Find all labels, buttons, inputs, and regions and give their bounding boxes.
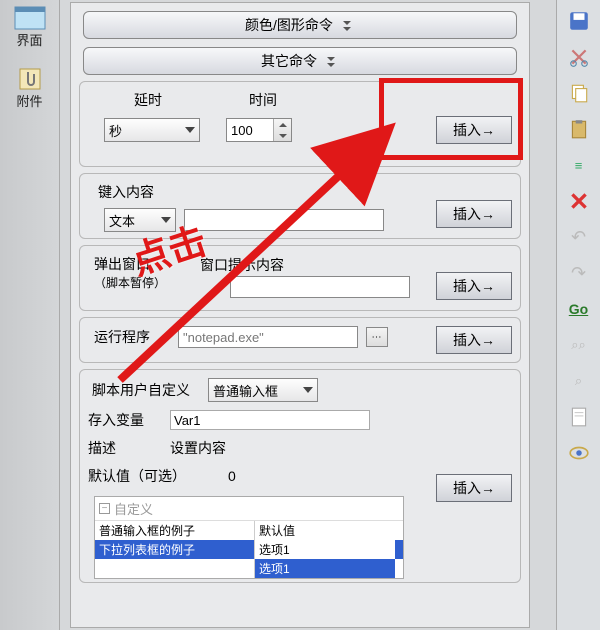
insert-button-keyin[interactable]: 插入→	[436, 200, 512, 228]
keyin-content-input[interactable]	[184, 209, 384, 231]
section-delay: 延时 时间 秒 插入→	[79, 81, 521, 167]
insert-button-popup[interactable]: 插入→	[436, 272, 512, 300]
tree-row[interactable]: 选项1	[95, 559, 403, 578]
insert-button-userdef[interactable]: 插入→	[436, 474, 512, 502]
delay-time-input[interactable]	[227, 119, 273, 141]
section-keyin: 键入内容 文本 插入→	[79, 173, 521, 239]
right-toolbar: ≡ ↶ ↷ Go ⌕⌕ ⌕	[556, 0, 600, 630]
header-other-cmd-label: 其它命令	[261, 51, 317, 71]
userdef-type-select[interactable]: 普通输入框	[208, 378, 318, 402]
run-title: 运行程序	[94, 327, 170, 347]
delay-unit-value: 秒	[109, 121, 122, 140]
var-label: 存入变量	[88, 410, 160, 430]
delay-unit-select[interactable]: 秒	[104, 118, 200, 142]
chevron-down-icon	[303, 387, 313, 393]
section-popup: 弹出窗口 （脚本暂停） 窗口提示内容 插入→	[79, 245, 521, 311]
keyin-title: 键入内容	[98, 182, 512, 202]
section-run: 运行程序 ⋯ 插入→	[79, 317, 521, 363]
paperclip-icon	[14, 67, 46, 91]
popup-subtitle: （脚本暂停）	[94, 274, 166, 291]
userdef-title: 脚本用户自定义	[92, 380, 190, 400]
sidebar-label-attachment: 附件	[0, 91, 59, 110]
chevron-down-icon	[339, 17, 355, 33]
copy-icon[interactable]	[568, 82, 590, 104]
delay-time-input-wrap	[226, 118, 292, 142]
chevron-down-icon	[185, 127, 195, 133]
keyin-type-select[interactable]: 文本	[104, 208, 176, 232]
text-icon[interactable]: ≡	[568, 154, 590, 176]
default-value: 0	[228, 468, 236, 484]
example-tree[interactable]: − 自定义 普通输入框的例子 默认值 下拉列表框的例子 选项1 选项1	[94, 496, 404, 579]
browse-button[interactable]: ⋯	[366, 327, 388, 347]
doc-icon[interactable]	[568, 406, 590, 428]
tree-root-label: 自定义	[114, 499, 153, 518]
eye-icon[interactable]	[568, 442, 590, 464]
default-label: 默认值（可选）	[88, 466, 218, 486]
sidebar-label-interface: 界面	[0, 30, 59, 49]
main-panel: 颜色/图形命令 其它命令 延时 时间 秒 插入→ 键入内容 文本	[70, 2, 530, 628]
delay-time-spinner[interactable]	[273, 119, 291, 141]
undo-icon[interactable]: ↶	[568, 226, 590, 248]
header-color-cmd[interactable]: 颜色/图形命令	[83, 11, 517, 39]
popup-title: 弹出窗口	[94, 254, 166, 274]
find-icon[interactable]: ⌕⌕	[568, 334, 590, 356]
popup-hint-label: 窗口提示内容	[200, 255, 284, 275]
delete-icon[interactable]	[568, 190, 590, 212]
var-input[interactable]	[170, 410, 370, 430]
go-button[interactable]: Go	[568, 298, 590, 320]
cut-icon[interactable]	[568, 46, 590, 68]
desc-label: 描述	[88, 438, 160, 458]
keyin-type-value: 文本	[109, 211, 135, 230]
label-delay: 延时	[88, 90, 208, 110]
label-time: 时间	[208, 90, 318, 110]
section-userdef: 脚本用户自定义 普通输入框 存入变量 描述 设置内容 默认值（可选） 0 插入→…	[79, 369, 521, 583]
tree-row[interactable]: 下拉列表框的例子 选项1	[95, 540, 403, 559]
chevron-down-icon	[161, 217, 171, 223]
find-next-icon[interactable]: ⌕	[568, 370, 590, 392]
sidebar-tab-interface[interactable]: 界面	[0, 2, 59, 53]
desc-value: 设置内容	[170, 438, 226, 458]
sidebar-tab-attachment[interactable]: 附件	[0, 63, 59, 114]
chevron-down-icon	[323, 53, 339, 69]
header-other-cmd[interactable]: 其它命令	[83, 47, 517, 75]
insert-button-run[interactable]: 插入→	[436, 326, 512, 354]
save-icon[interactable]	[568, 10, 590, 32]
paste-icon[interactable]	[568, 118, 590, 140]
popup-hint-input[interactable]	[230, 276, 410, 298]
redo-icon[interactable]: ↷	[568, 262, 590, 284]
window-icon	[14, 6, 46, 30]
header-color-cmd-label: 颜色/图形命令	[245, 15, 333, 35]
userdef-type-value: 普通输入框	[213, 381, 278, 400]
run-path-input[interactable]	[178, 326, 358, 348]
tree-row[interactable]: 普通输入框的例子 默认值	[95, 521, 403, 540]
tree-collapse-icon[interactable]: −	[99, 503, 110, 514]
insert-button-delay[interactable]: 插入→	[436, 116, 512, 144]
